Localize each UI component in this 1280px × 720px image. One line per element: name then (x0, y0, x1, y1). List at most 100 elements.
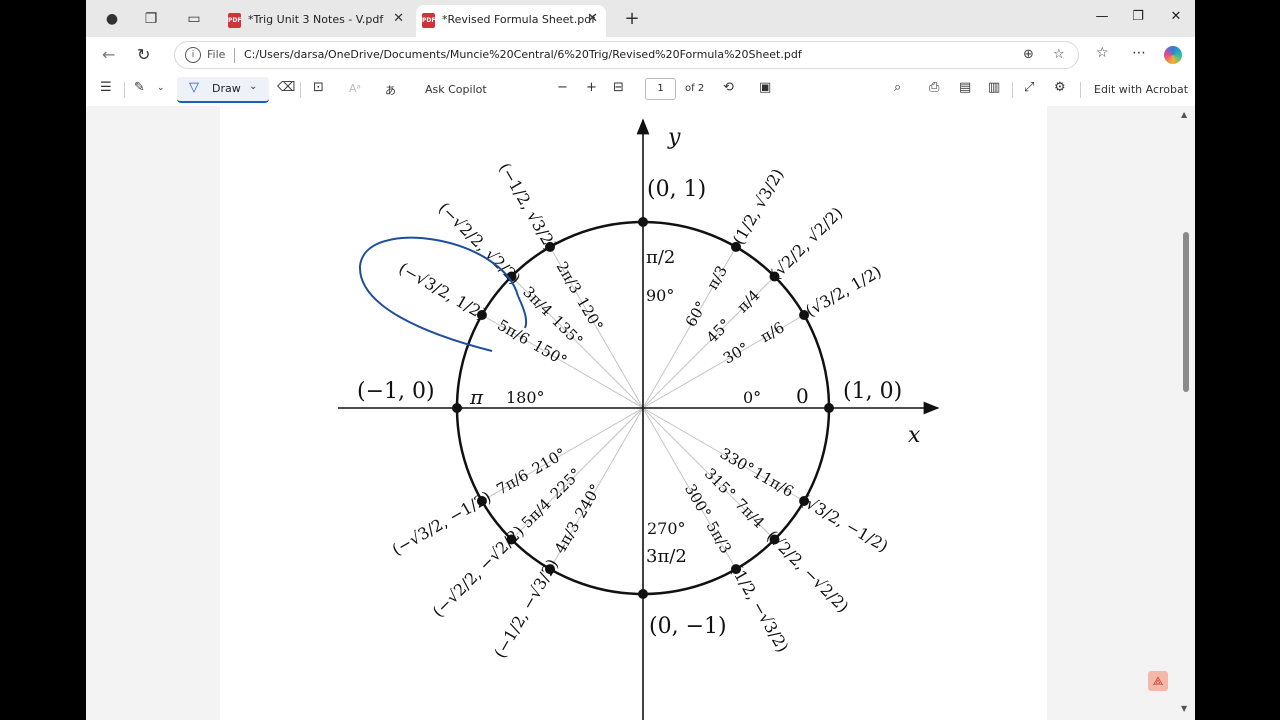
page-number-input[interactable]: 1 (645, 78, 676, 100)
angle-coordinate-label: (−√3/2, −1/2) (389, 487, 495, 559)
acrobat-icon[interactable]: ⟁ (1148, 671, 1168, 691)
read-aloud-icon: Aᵃ (349, 82, 361, 95)
text-box-icon[interactable]: ⊡ (313, 80, 324, 95)
angle-radian-label: 5π/4 (518, 495, 555, 532)
divider (300, 82, 301, 98)
angle-radian-label: 7π/6 (493, 466, 531, 499)
chevron-down-icon[interactable]: ⌄ (249, 81, 257, 92)
favorites-icon[interactable]: ☆ (1096, 45, 1109, 61)
draw-button[interactable]: ▽ Draw ⌄ (177, 77, 269, 103)
zoom-icon[interactable]: ⊕ (1023, 47, 1034, 62)
angle-coordinate-label: (√2/2, √2/2) (766, 203, 846, 283)
address-row: ← ↻ i File C:/Users/darsa/OneDrive/Docum… (86, 37, 1195, 74)
divider (1012, 82, 1013, 98)
zero-deg-label: 0° (743, 388, 761, 407)
minimize-icon[interactable]: — (1092, 9, 1112, 24)
profile-icon[interactable]: ● (102, 9, 122, 29)
zoom-out-icon[interactable]: − (557, 80, 568, 95)
tab-title: *Revised Formula Sheet.pdf (442, 13, 596, 26)
copilot-icon[interactable] (1164, 46, 1182, 64)
favorite-star-icon[interactable]: ☆ (1053, 47, 1065, 62)
angle-radian-label: 11π/6 (750, 463, 797, 500)
angle-radian-label: π/4 (733, 286, 763, 316)
fit-page-icon[interactable]: ⊟ (613, 80, 624, 95)
divider (1080, 82, 1081, 98)
angle-radian-label: 7π/4 (731, 495, 768, 532)
axis-point-dot (824, 403, 834, 413)
angle-coordinate-label: (√3/2, −1/2) (797, 490, 891, 555)
vertical-scrollbar[interactable]: ▲ ▼ (1177, 106, 1195, 720)
point-0-neg1: (0, −1) (649, 614, 727, 639)
close-window-icon[interactable]: ✕ (1166, 9, 1186, 24)
info-icon[interactable]: i (185, 47, 201, 63)
tab-title: *Trig Unit 3 Notes - V.pdf (248, 13, 384, 26)
angle-coordinate-label: (1/2, −√3/2) (727, 561, 792, 655)
angle-degree-label: 30° (720, 339, 752, 368)
more-menu-icon[interactable]: ⋯ (1132, 45, 1146, 61)
angle-degree-label: 300° (681, 481, 715, 521)
chevron-down-icon[interactable]: ⌄ (157, 83, 165, 93)
axis-point-dot (638, 217, 648, 227)
highlight-icon[interactable]: ✎ (134, 80, 145, 95)
settings-gear-icon[interactable]: ⚙ (1054, 80, 1066, 95)
scheme-label: File (207, 48, 226, 61)
angle-degree-label: 45° (703, 315, 735, 347)
scroll-thumb[interactable] (1183, 232, 1189, 392)
angle-coordinate-label: (−√2/2, −√2/2) (429, 522, 528, 621)
three-pi-over-2-label: 3π/2 (646, 546, 687, 567)
zero-rad-label: 0 (796, 384, 809, 408)
tab-actions-icon[interactable]: ▭ (184, 9, 204, 29)
divider (124, 82, 125, 98)
two-seventy-deg-label: 270° (647, 519, 686, 538)
angle-degree-label: 240° (571, 481, 605, 521)
point-neg1-0: (−1, 0) (357, 379, 435, 404)
eraser-icon[interactable]: ⌫ (277, 80, 295, 95)
pdf-toolbar: ☰ ✎ ⌄ ▽ Draw ⌄ ⌫ ⊡ Aᵃ あ Ask Copilot − + … (86, 74, 1195, 107)
pen-icon: ▽ (189, 80, 199, 95)
axis-point-dot (452, 403, 462, 413)
new-tab-icon[interactable]: + (622, 9, 642, 29)
rotate-icon[interactable]: ⟲ (723, 80, 734, 95)
angle-coordinate-label: (1/2, √3/2) (729, 165, 788, 248)
tab-trig-notes[interactable]: PDF *Trig Unit 3 Notes - V.pdf ✕ (222, 5, 412, 37)
contents-icon[interactable]: ☰ (100, 80, 112, 95)
translate-icon[interactable]: あ (385, 82, 396, 98)
scroll-up-icon[interactable]: ▲ (1181, 110, 1187, 119)
url-text[interactable]: C:/Users/darsa/OneDrive/Documents/Muncie… (244, 48, 802, 61)
angle-coordinate-label: (−√3/2, 1/2) (395, 258, 489, 323)
tab-formula-sheet[interactable]: PDF *Revised Formula Sheet.pdf ✕ (416, 5, 606, 37)
zoom-in-icon[interactable]: + (586, 80, 597, 95)
fullscreen-icon[interactable]: ⤢ (1024, 80, 1034, 95)
y-axis-label: y (667, 125, 681, 150)
close-tab-icon[interactable]: ✕ (393, 11, 404, 26)
pi-label: π (469, 385, 484, 409)
angle-coordinate-label: (√2/2, −√2/2) (763, 526, 853, 616)
scroll-down-icon[interactable]: ▼ (1181, 704, 1187, 713)
refresh-icon[interactable]: ↻ (137, 45, 150, 64)
ask-copilot-button[interactable]: Ask Copilot (425, 83, 487, 96)
save-icon[interactable]: ▤ (959, 80, 971, 95)
angle-coordinate-label: (√3/2, 1/2) (802, 262, 885, 321)
point-0-1: (0, 1) (647, 177, 706, 202)
angle-degree-label: 150° (530, 336, 570, 370)
angle-radian-label: 5π/6 (494, 316, 532, 349)
angle-radian-label: 4π/3 (551, 518, 584, 556)
workspaces-icon[interactable]: ❐ (141, 9, 161, 29)
angle-radian-label: π/6 (757, 318, 787, 346)
page-view-icon[interactable]: ▣ (759, 80, 771, 95)
back-icon[interactable]: ← (102, 45, 115, 64)
address-bar[interactable]: i File C:/Users/darsa/OneDrive/Documents… (174, 41, 1079, 69)
divider (234, 48, 235, 63)
angle-radian-label: 2π/3 (553, 258, 586, 296)
one-eighty-deg-label: 180° (506, 388, 545, 407)
print-icon[interactable]: ⎙ (929, 80, 939, 95)
maximize-icon[interactable]: ❐ (1128, 9, 1148, 24)
browser-window: ● ❐ ▭ PDF *Trig Unit 3 Notes - V.pdf ✕ P… (86, 0, 1195, 720)
pi-over-2-label: π/2 (646, 247, 675, 268)
search-icon[interactable]: ⌕ (894, 80, 901, 95)
draw-label: Draw (212, 82, 241, 95)
close-tab-icon[interactable]: ✕ (587, 11, 598, 26)
save-as-icon[interactable]: ▥ (988, 80, 1000, 95)
edit-with-acrobat-button[interactable]: Edit with Acrobat (1094, 83, 1188, 96)
angle-coordinate-label: (−1/2, √3/2) (495, 159, 560, 253)
